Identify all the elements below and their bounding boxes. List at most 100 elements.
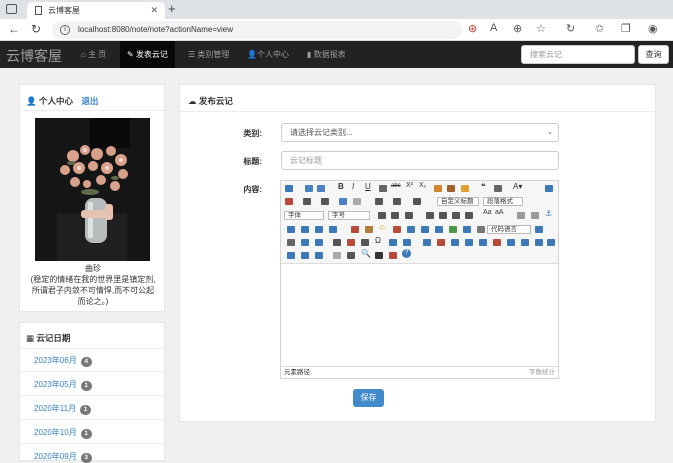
indent-icon[interactable]: [405, 212, 413, 219]
web-app-icon[interactable]: [403, 239, 411, 246]
italic-icon[interactable]: I: [352, 182, 354, 191]
background-icon[interactable]: [301, 239, 309, 246]
search-replace-icon[interactable]: [375, 252, 383, 259]
align-right-icon[interactable]: [452, 212, 460, 219]
font-color-icon[interactable]: A▾: [513, 182, 522, 191]
paragraph-dropdown[interactable]: 段落格式: [483, 197, 523, 206]
underline-icon[interactable]: U: [365, 182, 371, 191]
align-left-icon[interactable]: [426, 212, 434, 219]
insert-row-icon[interactable]: [451, 239, 459, 246]
align-justify-icon[interactable]: [465, 212, 473, 219]
read-aloud-icon[interactable]: A: [490, 22, 497, 34]
help-icon[interactable]: ?: [402, 249, 411, 258]
favorite-icon[interactable]: ☆: [536, 22, 546, 35]
new-tab-button[interactable]: +: [168, 1, 176, 16]
case-upper-icon[interactable]: Aa: [483, 209, 492, 216]
simple-upload-icon[interactable]: [351, 226, 359, 233]
insert-image-icon[interactable]: [365, 226, 373, 233]
browser-tab[interactable]: 云博客屋 ✕: [27, 2, 165, 19]
extension-icon[interactable]: ⊛: [468, 22, 477, 35]
map-icon[interactable]: [449, 226, 457, 233]
zoom-icon[interactable]: ⊕: [513, 22, 522, 35]
paste-text-icon[interactable]: [494, 185, 502, 192]
refresh-ext-icon[interactable]: ↻: [566, 22, 575, 35]
insert-frame-icon[interactable]: [463, 226, 471, 233]
image-left-icon[interactable]: [301, 226, 309, 233]
link-icon[interactable]: [517, 212, 525, 219]
blockquote-icon[interactable]: ❝: [481, 182, 486, 191]
nav-publish[interactable]: ✎ 发表云记: [120, 41, 175, 68]
html-source-icon[interactable]: [285, 185, 293, 192]
font-border-icon[interactable]: [379, 185, 387, 192]
delete-table-icon[interactable]: [437, 239, 445, 246]
direction-ltr-icon[interactable]: [378, 212, 386, 219]
profile-icon[interactable]: ◉: [648, 22, 658, 35]
search-button[interactable]: 查询: [638, 45, 669, 64]
date-link[interactable]: 2020年10月 1: [34, 427, 92, 439]
insert-video-icon[interactable]: [407, 226, 415, 233]
url-field[interactable]: i localhost:8080/note/note?actionName=vi…: [52, 21, 462, 39]
close-tab-icon[interactable]: ✕: [150, 5, 158, 16]
merge-cells-icon[interactable]: [507, 239, 515, 246]
superscript-icon[interactable]: X²: [406, 182, 413, 189]
line-height-icon[interactable]: [413, 198, 421, 205]
logout-link[interactable]: 退出: [81, 96, 98, 106]
rich-text-editor[interactable]: B I U abc X² X₂ ❝ A▾ 自定义标题 段落格式 字体 字号 Aa…: [280, 180, 559, 379]
unlink-icon[interactable]: [531, 212, 539, 219]
preview-icon[interactable]: 🔍: [361, 249, 371, 258]
chart-settings-icon[interactable]: [315, 252, 323, 259]
delete-col-icon[interactable]: [493, 239, 501, 246]
emotion-icon[interactable]: ☺: [378, 223, 386, 232]
brand-logo[interactable]: 云博客屋: [6, 46, 62, 66]
drafts-icon[interactable]: [389, 252, 397, 259]
strikethrough-icon[interactable]: abc: [391, 183, 401, 189]
fullscreen-icon[interactable]: [545, 185, 553, 192]
align-center-icon[interactable]: [439, 212, 447, 219]
subscript-icon[interactable]: X₂: [419, 182, 426, 189]
image-none-icon[interactable]: [287, 226, 295, 233]
date-link[interactable]: 2023年05月 1: [34, 379, 92, 391]
row-spacing-top-icon[interactable]: [375, 198, 383, 205]
delete-row-icon[interactable]: [465, 239, 473, 246]
scrawl-icon[interactable]: [393, 226, 401, 233]
attachment-icon[interactable]: [435, 226, 443, 233]
wordimage-icon[interactable]: [389, 239, 397, 246]
undo-icon[interactable]: [305, 185, 313, 192]
row-spacing-bottom-icon[interactable]: [393, 198, 401, 205]
date-icon[interactable]: [347, 239, 355, 246]
case-lower-icon[interactable]: aA: [495, 209, 504, 216]
hr-icon[interactable]: [333, 239, 341, 246]
image-right-icon[interactable]: [315, 226, 323, 233]
split-rows-icon[interactable]: [287, 252, 295, 259]
highlight-icon[interactable]: [285, 198, 293, 205]
window-icon[interactable]: [6, 4, 17, 14]
template-icon[interactable]: [287, 239, 295, 246]
nav-user[interactable]: 👤个人中心: [240, 41, 296, 68]
code-language-dropdown[interactable]: 代码语言: [487, 225, 531, 234]
date-link[interactable]: 2023年06月 4: [34, 355, 92, 367]
auto-type-icon[interactable]: [461, 185, 469, 192]
refresh-icon[interactable]: ↻: [31, 22, 41, 36]
merge-down-icon[interactable]: [535, 239, 543, 246]
insert-table-icon[interactable]: [423, 239, 431, 246]
collections-icon[interactable]: ❐: [621, 22, 631, 35]
bold-icon[interactable]: B: [338, 182, 344, 191]
horizontal-rule-icon[interactable]: [315, 239, 323, 246]
page-break-icon[interactable]: [535, 226, 543, 233]
nav-category[interactable]: ☰ 类别管理: [181, 41, 236, 68]
anchor-icon[interactable]: ⚓: [545, 209, 552, 218]
save-button[interactable]: 保存: [353, 389, 384, 407]
split-cols-icon[interactable]: [301, 252, 309, 259]
title-input[interactable]: 云记标题: [281, 151, 559, 170]
image-center-icon[interactable]: [329, 226, 337, 233]
print-icon[interactable]: [347, 252, 355, 259]
back-icon[interactable]: ←: [8, 22, 20, 36]
time-icon[interactable]: [361, 239, 369, 246]
search-input[interactable]: 搜索云记: [521, 45, 635, 64]
eraser-icon[interactable]: [447, 185, 455, 192]
font-size-dropdown[interactable]: 字号: [328, 211, 370, 220]
nav-home[interactable]: ⌂ 主 页: [74, 41, 113, 68]
format-match-icon[interactable]: [434, 185, 442, 192]
special-chars-icon[interactable]: Ω: [375, 236, 381, 245]
nav-report[interactable]: ▮ 数据报表: [300, 41, 353, 68]
